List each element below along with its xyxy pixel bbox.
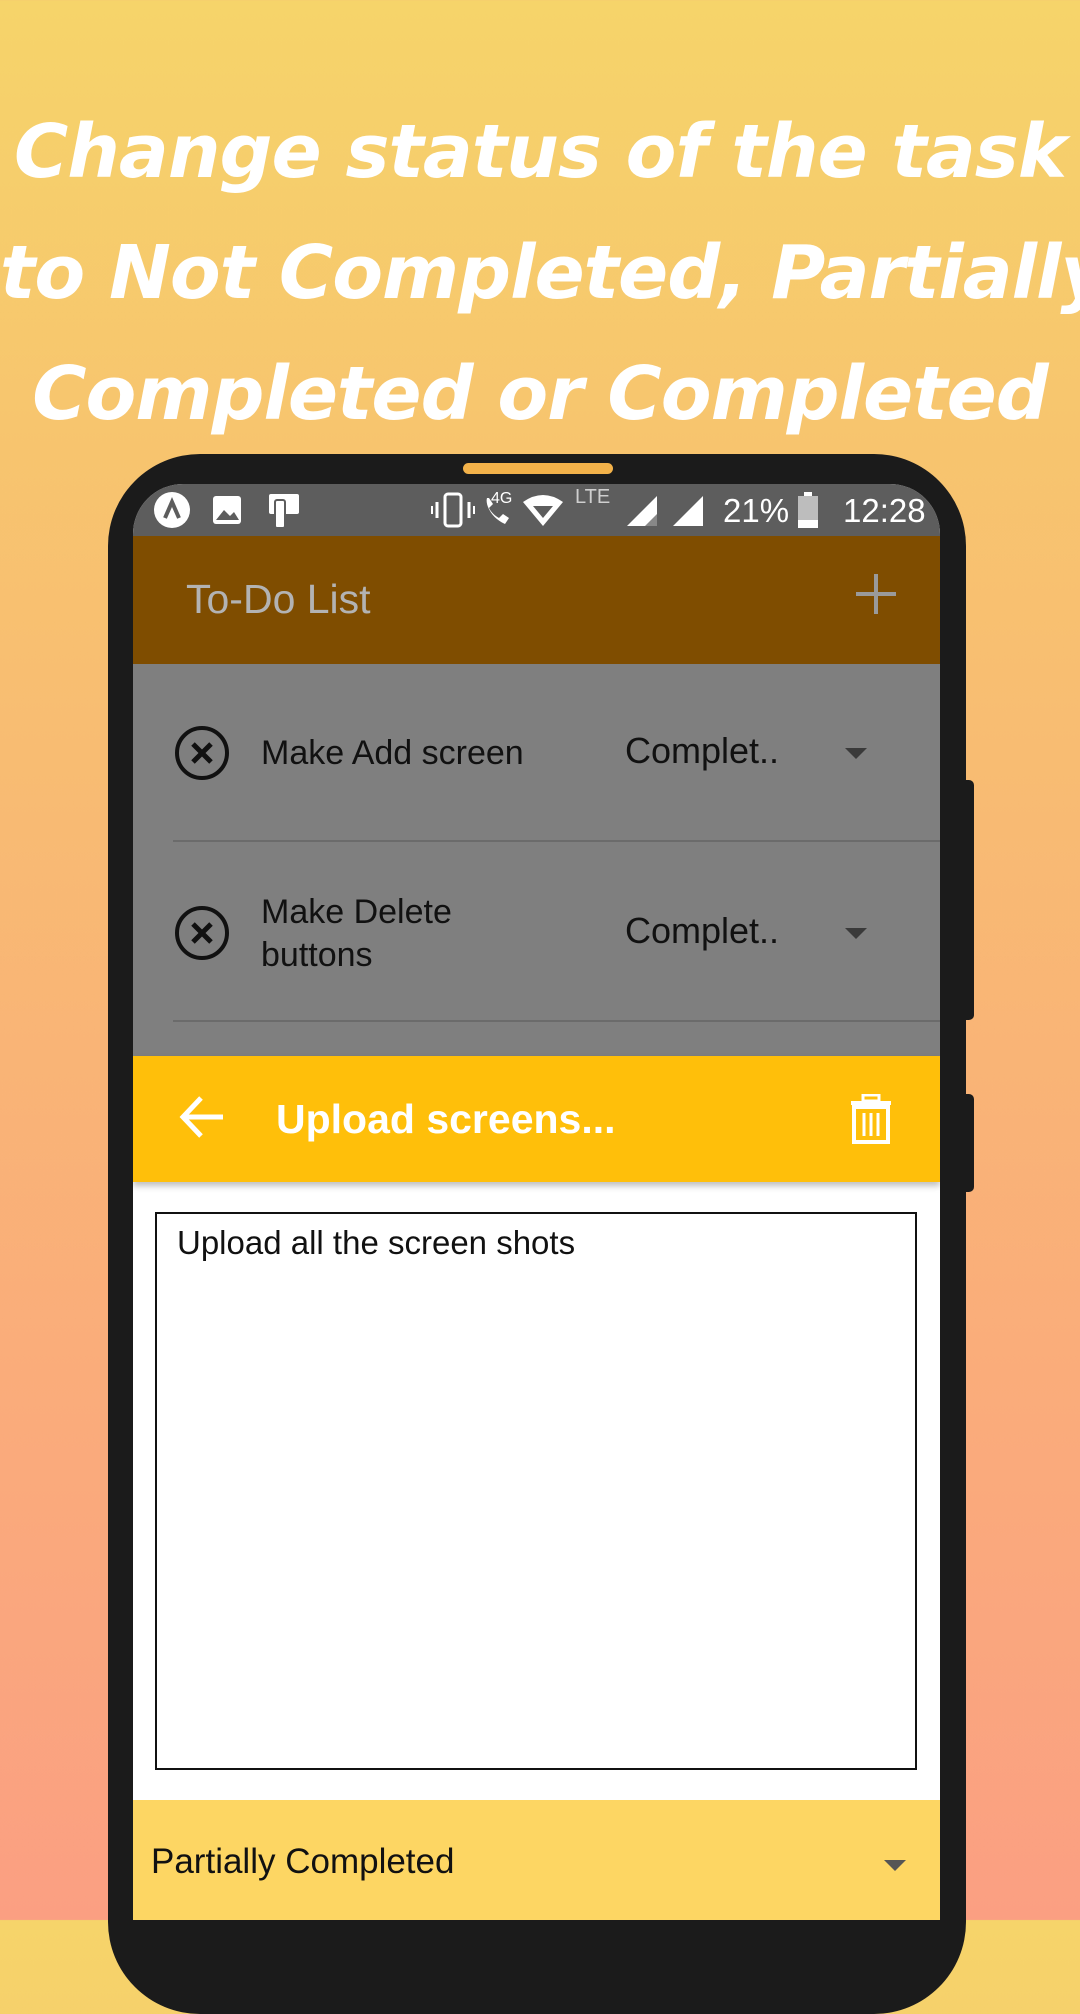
list-item[interactable]: Make Add screen Complet.. xyxy=(133,664,940,842)
network-4g-label: 4G xyxy=(491,490,513,507)
image-icon xyxy=(213,496,241,524)
notes-text: Upload all the screen shots xyxy=(177,1224,576,1261)
app-title: To-Do List xyxy=(186,576,371,622)
detail-title: Upload screens... xyxy=(276,1096,616,1142)
plus-icon[interactable] xyxy=(851,564,901,624)
task-list: Make Add screen Complet.. Make Delete bu… xyxy=(133,664,940,1056)
launcher-icon xyxy=(154,492,190,528)
chevron-down-icon[interactable] xyxy=(845,928,867,939)
vibrate-icon xyxy=(431,492,475,528)
promo-headline-line: Change status of the task xyxy=(13,109,1067,195)
battery-icon xyxy=(798,492,818,528)
trash-icon[interactable] xyxy=(849,1094,893,1144)
wifi-icon xyxy=(523,495,563,526)
divider xyxy=(173,840,940,842)
status-bar: 4G LTE 21% 12:28 xyxy=(133,484,940,536)
chevron-down-icon[interactable] xyxy=(845,748,867,759)
promo-headline-line: to Not Completed, Partially xyxy=(0,230,1080,316)
signal-icon xyxy=(627,496,657,526)
promo-headline-line: Completed or Completed xyxy=(32,351,1048,437)
task-name: Make Delete buttons xyxy=(261,893,452,974)
status-select-value: Partially Completed xyxy=(151,1842,455,1881)
phone-power-button xyxy=(966,1094,974,1192)
arrow-left-icon[interactable] xyxy=(179,1094,227,1140)
notes-textarea[interactable]: Upload all the screen shots xyxy=(155,1212,917,1770)
battery-percentage: 21% xyxy=(723,492,790,529)
detail-header: Upload screens... xyxy=(133,1056,940,1182)
task-status-dropdown[interactable]: Complet.. xyxy=(625,730,779,772)
status-time: 12:28 xyxy=(843,492,926,529)
app-bar: To-Do List xyxy=(133,536,940,664)
signal-icon xyxy=(673,496,703,526)
close-circle-icon[interactable] xyxy=(173,904,231,962)
phone-volume-button xyxy=(966,780,974,1020)
phone-screen: 4G LTE 21% 12:28 To-Do List Make Add scr… xyxy=(133,484,940,1920)
chevron-down-icon[interactable] xyxy=(884,1860,906,1871)
task-status-dropdown[interactable]: Complet.. xyxy=(625,910,779,952)
phone-speaker xyxy=(463,463,613,474)
cast-icon xyxy=(269,494,299,529)
task-name: Make Add screen xyxy=(261,734,524,772)
promo-headline: Change status of the task to Not Complet… xyxy=(0,92,1080,455)
network-lte-label: LTE xyxy=(575,486,611,508)
status-select[interactable]: Partially Completed xyxy=(133,1800,940,1920)
list-item[interactable]: Make Delete buttons Complet.. xyxy=(133,844,940,1022)
close-circle-icon[interactable] xyxy=(173,724,231,782)
divider xyxy=(173,1020,940,1022)
